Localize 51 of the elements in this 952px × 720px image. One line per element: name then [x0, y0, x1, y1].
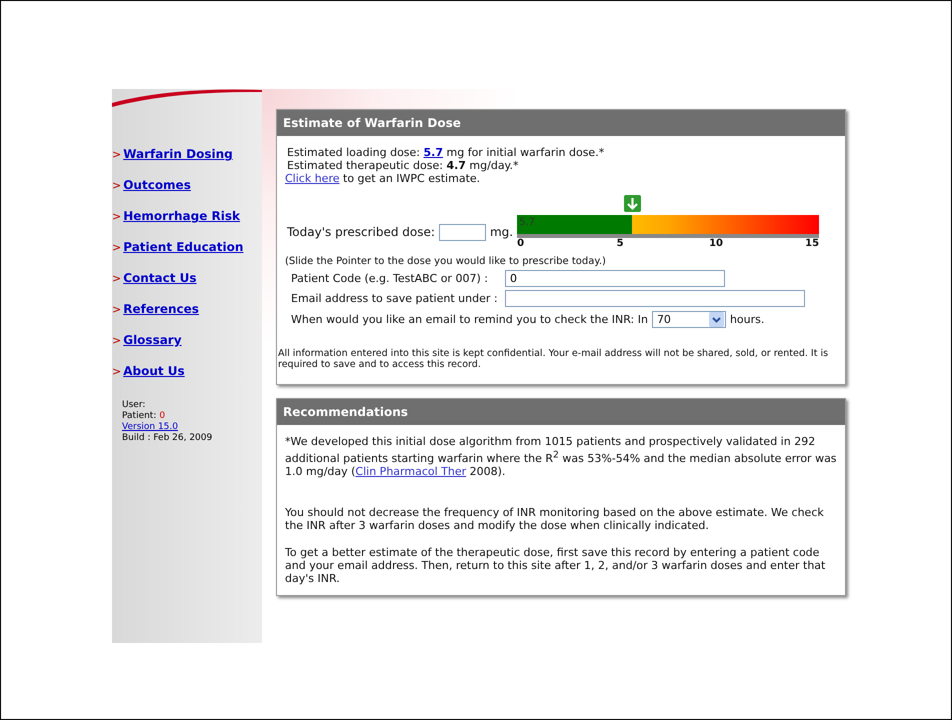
recommendation-text: You should not decrease the frequency of INR monitoring based on the above estimate. We check the INR after 3 warfarin doses and modify the dose when clinically indicated.	[285, 506, 825, 532]
nav-link[interactable]: Patient Education	[123, 240, 244, 254]
nav-link[interactable]: Contact Us	[123, 271, 197, 285]
nav-link[interactable]: References	[123, 302, 199, 316]
nav-arrow: >	[112, 240, 122, 254]
nav-link[interactable]: Warfarin Dosing	[123, 147, 233, 161]
panel-title: Estimate of Warfarin Dose	[277, 110, 845, 136]
down-arrow-icon[interactable]	[624, 195, 641, 212]
version-link[interactable]: Version 15.0	[122, 422, 178, 432]
slider-hint: (Slide the Pointer to the dose you would like to prescribe today.)	[285, 255, 607, 268]
panel-title: Recommendations	[277, 399, 845, 425]
user-label: User:	[122, 400, 146, 411]
email-label: Email address to save patient under :	[291, 292, 499, 304]
hours-unit: hours.	[730, 312, 764, 326]
recommendation-text: To get a better estimate of the therapeutic dose, first save this record by entering a patient code and your email address. Then, return to this site after 1, 2, and/or 3 warfarin doses and enter that day's INR.	[285, 546, 826, 585]
scale-label: 0	[517, 238, 526, 249]
nav-arrow: >	[112, 302, 122, 316]
meter-reading: 5.7	[519, 217, 535, 228]
loading-dose-link[interactable]: 5.7	[424, 146, 443, 159]
dose-label: Today's prescribed dose:	[287, 226, 435, 239]
build-date: Build : Feb 26, 2009	[122, 433, 214, 444]
nav-arrow: >	[112, 364, 122, 378]
iwpc-text: Click here to get an IWPC estimate.	[285, 172, 482, 185]
patient-label: Patient:	[122, 411, 156, 422]
iwpc-link[interactable]: Click here	[285, 172, 340, 185]
nav-arrow: >	[112, 148, 122, 160]
nav-link[interactable]: Hemorrhage Risk	[123, 209, 240, 223]
email-field[interactable]	[505, 290, 805, 306]
nav-link[interactable]: Outcomes	[123, 178, 191, 192]
patient-code-label: Patient Code (e.g. TestABC or 007) :	[291, 272, 489, 284]
nav-arrow: >	[112, 178, 122, 192]
chevron-down-icon	[708, 312, 724, 326]
scale-label: 5	[616, 238, 625, 249]
nav-link[interactable]: About Us	[123, 364, 185, 378]
loading-dose-text: Estimated loading dose: 5.7 mg for initial warfarin dose.*	[287, 146, 606, 159]
hours-select[interactable]: 70	[652, 310, 726, 328]
patient-code-field[interactable]: 0	[505, 270, 725, 286]
dose-unit: mg.	[490, 226, 514, 239]
scale-label: 10	[709, 238, 724, 249]
reminder-label: When would you like an email to remind you to check the INR: In	[291, 312, 648, 326]
privacy-note: All information entered into this site is kept confidential. Your e-mail address will not be shared, sold, or rented. It is required to save and to access this record.	[278, 348, 830, 370]
scale-label: 15	[805, 238, 820, 249]
therapeutic-dose-text: Estimated therapeutic dose: 4.7 mg/day.*	[287, 159, 520, 172]
nav-arrow: >	[112, 334, 122, 346]
dose-input[interactable]	[438, 224, 486, 241]
nav-link[interactable]: Glossary	[123, 333, 182, 347]
nav-arrow: >	[112, 210, 122, 222]
nav-arrow: >	[112, 272, 122, 284]
journal-link[interactable]: Clin Pharmacol Ther	[355, 464, 466, 478]
patient-count: 0	[159, 411, 166, 422]
footnote-text: *We developed this initial dose algorithm from 1015 patients and prospectively validated in 292 additional patients starting warfarin where the R$^{2}$ was 53%-54% and the median absolute error was 1.0 mg/day (Clin Pharmacol Ther 2008).	[285, 435, 837, 478]
